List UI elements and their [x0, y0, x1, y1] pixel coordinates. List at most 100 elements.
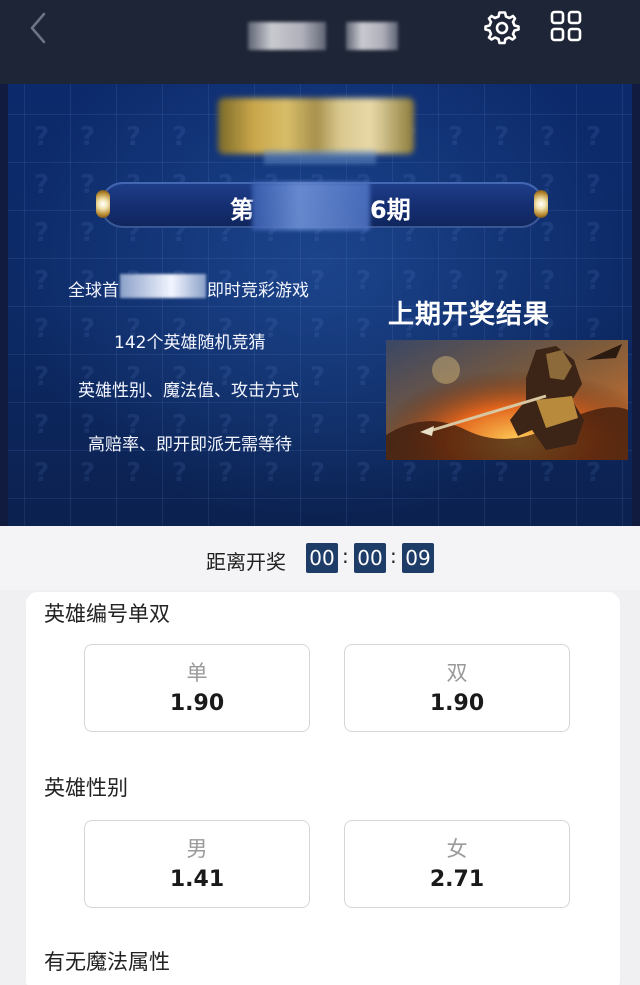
game-logo-subtitle-redacted — [264, 150, 376, 164]
banner-question-mark: ? — [34, 410, 50, 440]
option-odds: 1.90 — [169, 691, 225, 716]
banner-question-mark: ? — [494, 458, 510, 488]
section-title-gender: 英雄性别 — [44, 776, 128, 800]
countdown-minutes: 00 — [354, 543, 386, 573]
option-odds: 1.41 — [169, 867, 225, 892]
banner-question-mark: ? — [356, 362, 372, 392]
banner-question-mark: ? — [310, 410, 326, 440]
period-suffix: 6期 — [370, 196, 411, 224]
banner-question-mark: ? — [264, 458, 280, 488]
banner-question-mark: ? — [34, 218, 50, 248]
banner-question-mark: ? — [494, 266, 510, 296]
banner-question-mark: ? — [310, 266, 326, 296]
banner-question-mark: ? — [80, 218, 96, 248]
banner-grid-line — [8, 258, 632, 259]
game-banner: ????????????????????????????????????????… — [0, 84, 640, 526]
banner-question-mark: ? — [540, 122, 556, 152]
period-gem-left — [96, 190, 110, 218]
banner-grid-line — [70, 84, 71, 526]
menu-grid-button[interactable] — [548, 8, 584, 44]
banner-question-mark: ? — [540, 266, 556, 296]
banner-grid-line — [162, 84, 163, 526]
game-logo-redacted — [218, 98, 414, 154]
banner-question-mark: ? — [310, 314, 326, 344]
period-gem-right — [534, 190, 548, 218]
section-title-magic: 有无魔法属性 — [44, 950, 170, 974]
page-title-redacted — [248, 22, 326, 50]
banner-question-mark: ? — [448, 122, 464, 152]
top-bar — [0, 0, 640, 84]
banner-question-mark: ? — [586, 122, 602, 152]
banner-question-mark: ? — [356, 314, 372, 344]
last-result-hero-image[interactable] — [386, 340, 628, 460]
banner-question-mark: ? — [126, 122, 142, 152]
page-title-redacted-2 — [346, 22, 398, 50]
banner-question-mark: ? — [448, 458, 464, 488]
option-name: 男 — [186, 837, 208, 861]
chevron-left-icon — [30, 12, 46, 44]
countdown-hours: 00 — [306, 543, 338, 573]
last-result-title: 上期开奖结果 — [388, 300, 551, 330]
banner-question-mark: ? — [34, 458, 50, 488]
banner-question-mark: ? — [34, 122, 50, 152]
banner-question-mark: ? — [448, 266, 464, 296]
option-odds: 1.90 — [429, 691, 485, 716]
feature-line-4: 高赔率、即开即派无需等待 — [88, 435, 292, 455]
banner-question-mark: ? — [586, 266, 602, 296]
option-female[interactable]: 女 2.71 — [344, 820, 570, 908]
banner-question-mark: ? — [34, 314, 50, 344]
feature-line-1-redacted — [120, 274, 206, 298]
option-name: 单 — [186, 661, 208, 685]
banner-grid-line — [8, 498, 632, 499]
banner-question-mark: ? — [172, 458, 188, 488]
banner-question-mark: ? — [172, 122, 188, 152]
hero-portrait-image — [386, 340, 628, 460]
option-even[interactable]: 双 1.90 — [344, 644, 570, 732]
banner-question-mark: ? — [356, 410, 372, 440]
banner-question-mark: ? — [218, 458, 234, 488]
countdown-seconds: 09 — [402, 543, 434, 573]
settings-button[interactable] — [484, 10, 520, 46]
feature-line-2: 142个英雄随机竞猜 — [114, 333, 266, 353]
banner-question-mark: ? — [80, 458, 96, 488]
banner-question-mark: ? — [34, 170, 50, 200]
banner-question-mark: ? — [310, 458, 326, 488]
banner-question-mark: ? — [540, 218, 556, 248]
banner-question-mark: ? — [402, 266, 418, 296]
banner-question-mark: ? — [586, 218, 602, 248]
banner-question-mark: ? — [126, 458, 142, 488]
banner-question-mark: ? — [586, 170, 602, 200]
option-name: 双 — [446, 661, 468, 685]
banner-question-mark: ? — [494, 122, 510, 152]
option-odd[interactable]: 单 1.90 — [84, 644, 310, 732]
banner-question-mark: ? — [586, 458, 602, 488]
feature-line-1-prefix: 全球首 — [68, 281, 119, 301]
countdown-bar: 距离开奖 00 : 00 : 09 — [0, 526, 640, 590]
countdown-label: 距离开奖 — [206, 550, 286, 574]
feature-line-1-suffix: 即时竞彩游戏 — [207, 281, 309, 301]
banner-question-mark: ? — [80, 314, 96, 344]
countdown-colon: : — [390, 544, 397, 568]
period-number-redacted — [252, 182, 370, 230]
banner-question-mark: ? — [80, 122, 96, 152]
back-button[interactable] — [26, 12, 54, 44]
banner-question-mark: ? — [540, 458, 556, 488]
banner-grid-line — [208, 84, 209, 526]
banner-question-mark: ? — [356, 266, 372, 296]
countdown-colon: : — [342, 544, 349, 568]
feature-line-3: 英雄性别、魔法值、攻击方式 — [78, 381, 299, 401]
gear-icon — [484, 11, 520, 45]
banner-question-mark: ? — [80, 170, 96, 200]
banner-grid-line — [116, 84, 117, 526]
banner-question-mark: ? — [34, 362, 50, 392]
section-title-odd-even: 英雄编号单双 — [44, 602, 170, 626]
grid-icon — [550, 10, 582, 42]
option-male[interactable]: 男 1.41 — [84, 820, 310, 908]
option-odds: 2.71 — [429, 867, 485, 892]
banner-question-mark: ? — [356, 458, 372, 488]
period-prefix: 第 — [230, 196, 254, 224]
banner-question-mark: ? — [310, 362, 326, 392]
banner-question-mark: ? — [402, 458, 418, 488]
banner-grid-line — [24, 84, 25, 526]
banner-question-mark: ? — [34, 266, 50, 296]
